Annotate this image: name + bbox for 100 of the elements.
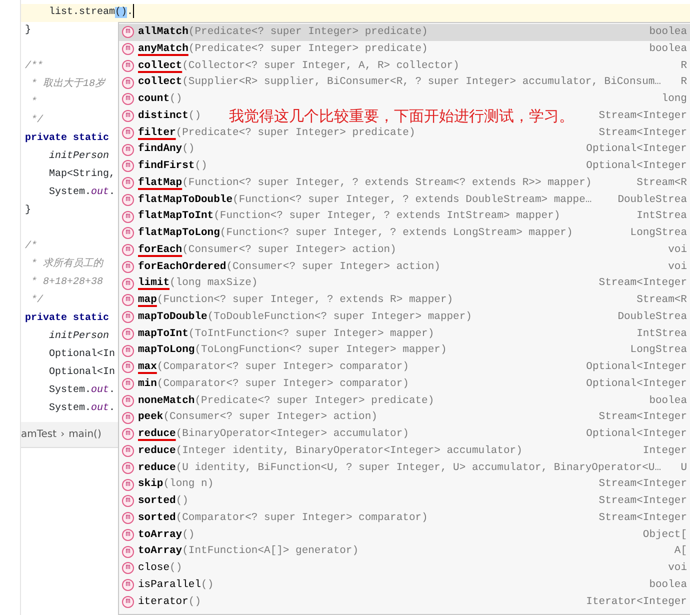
method-params: (long maxSize): [170, 276, 258, 292]
completion-item[interactable]: m skip(long n) Stream<Integer: [119, 476, 690, 493]
return-type: DoubleStrea: [616, 192, 687, 208]
completion-item[interactable]: m forEach(Consumer<? super Integer> action) voi: [119, 242, 690, 258]
code-comment: */: [30, 115, 44, 126]
completion-item[interactable]: m reduce(BinaryOperator<Integer> accumulator) Optional<Integer: [119, 426, 690, 443]
method-icon: m: [122, 294, 134, 306]
completion-item[interactable]: m sorted() Stream<Integer: [119, 493, 690, 510]
completion-item[interactable]: m map(Function<? super Integer, ? extends R> mapper) Stream<R: [119, 292, 690, 309]
method-icon: m: [122, 445, 134, 458]
method-icon: m: [122, 278, 134, 290]
return-type: Integer: [642, 444, 687, 459]
method-params: (Function<? super Integer, ? extends R> mapper): [156, 293, 454, 308]
completion-item[interactable]: m reduce(Integer identity, BinaryOperator<Integer> accumulator) Integer: [119, 442, 690, 460]
return-type: Stream<Integer: [598, 494, 687, 509]
method-icon: m: [122, 478, 134, 491]
matched-brace: (): [115, 7, 128, 18]
return-type: Stream<Integer: [598, 276, 687, 292]
method-icon: m: [122, 126, 134, 139]
completion-item[interactable]: m limit(long maxSize) Stream<Integer: [119, 275, 690, 292]
method-params: (): [182, 142, 195, 158]
completion-item[interactable]: m mapToDouble(ToDoubleFunction<? super Integer> mapper) DoubleStrea: [119, 308, 690, 326]
completion-item[interactable]: m sorted(Comparator<? super Integer> comparator) Stream<Integer: [119, 510, 690, 526]
completion-item[interactable]: m anyMatch(Predicate<? super Integer> predicate) boolea: [119, 40, 690, 58]
method-icon: m: [122, 144, 134, 156]
completion-item[interactable]: m isParallel() boolea: [119, 576, 690, 594]
method-icon: m: [122, 328, 134, 340]
completion-item[interactable]: m iterator() Iterator<Integer: [119, 594, 690, 610]
method-params: (): [170, 561, 182, 576]
return-type: Stream<Integer: [598, 510, 687, 526]
return-type: U: [680, 460, 687, 476]
return-type: voi: [667, 242, 687, 258]
method-icon: m: [122, 177, 134, 190]
completion-item[interactable]: m mapToLong(ToLongFunction<? super Integer> mapper) LongStrea: [119, 342, 690, 359]
code-keyword: private static: [25, 133, 110, 144]
completion-item[interactable]: m collect(Supplier<R> supplier, BiConsumer<R, ? super Integer> accumulator, BiConsum… R: [119, 74, 690, 91]
return-type: R: [680, 58, 687, 74]
completion-item[interactable]: m reduce(U identity, BiFunction<U, ? super Integer, U> accumulator, BinaryOperator<U… U: [119, 460, 690, 476]
method-icon: m: [122, 76, 134, 89]
breadcrumb-item[interactable]: main(): [68, 427, 102, 442]
return-type: Optional<Integer: [585, 427, 687, 442]
method-name: allMatch: [138, 25, 188, 40]
code-method: initPerson: [49, 151, 110, 162]
completion-item[interactable]: m flatMapToDouble(Function<? super Integer, ? extends DoubleStream> mappe… DoubleStrea: [119, 192, 690, 208]
method-name: flatMapToInt: [138, 209, 214, 224]
code-text: .: [127, 7, 134, 18]
completion-item[interactable]: m max(Comparator<? super Integer> comparator) Optional<Integer: [119, 359, 690, 376]
code-text: }: [25, 25, 32, 36]
completion-item[interactable]: m noneMatch(Predicate<? super Integer> predicate) boolea: [119, 392, 690, 410]
method-icon: m: [122, 428, 134, 440]
completion-item[interactable]: m collect(Collector<? super Integer, A, R> collector) R: [119, 58, 690, 74]
completion-item[interactable]: m count() long: [119, 91, 690, 108]
completion-item[interactable]: m close() voi: [119, 560, 690, 577]
return-type: R: [680, 75, 687, 90]
method-name: toArray: [138, 528, 182, 542]
method-name: anyMatch: [138, 42, 188, 57]
completion-item[interactable]: m flatMap(Function<? super Integer, ? extends Stream<? extends R>> mapper) Stream<R: [119, 174, 690, 192]
method-name: limit: [138, 276, 170, 292]
code-text: Optional<In: [49, 349, 116, 360]
method-icon: m: [122, 210, 134, 223]
method-name: findAny: [138, 142, 182, 158]
completion-item[interactable]: m findAny() Optional<Integer: [119, 141, 690, 158]
method-params: (IntFunction<A[]> generator): [182, 544, 359, 560]
method-name: reduce: [138, 444, 176, 459]
return-type: Stream<R: [636, 293, 687, 308]
completion-item[interactable]: m flatMapToInt(Function<? super Integer, ? extends IntStream> mapper) IntStrea: [119, 208, 690, 225]
return-type: boolea: [648, 394, 687, 408]
method-params: (Predicate<? super Integer> predicate): [194, 394, 434, 408]
method-name: min: [138, 376, 157, 392]
method-params: (): [188, 594, 202, 610]
completion-item[interactable]: m toArray() Object[: [119, 526, 690, 544]
completion-item[interactable]: m peek(Consumer<? super Integer> action) Stream<Integer: [119, 409, 690, 426]
method-icon: m: [122, 93, 134, 106]
code-text: .: [109, 385, 116, 396]
completion-item[interactable]: m toArray(IntFunction<A[]> generator) A[: [119, 543, 690, 560]
method-icon: m: [122, 528, 134, 541]
method-params: (Predicate<? super Integer> predicate): [188, 25, 428, 40]
annotation-text: 我觉得这几个比较重要，下面开始进行测试，学习。: [229, 108, 574, 124]
code-comment: * 取出大于18岁: [30, 79, 106, 90]
method-name: sorted: [138, 510, 176, 526]
code-text: .: [109, 403, 116, 414]
return-type: boolea: [648, 578, 687, 593]
completion-item[interactable]: m forEachOrdered(Consumer<? super Integer> action) voi: [119, 258, 690, 276]
breadcrumb-item[interactable]: amTest: [21, 427, 57, 442]
return-type: Optional<Integer: [585, 142, 687, 158]
completion-item[interactable]: m filter(Predicate<? super Integer> predicate) Stream<Integer: [119, 124, 690, 142]
method-name: findFirst: [138, 159, 195, 174]
completion-item[interactable]: m min(Comparator<? super Integer> comparator) Optional<Integer: [119, 376, 690, 392]
method-icon: m: [122, 378, 134, 390]
method-params: (): [176, 494, 188, 509]
method-params: (ToIntFunction<? super Integer> mapper): [188, 326, 434, 342]
completion-item[interactable]: m allMatch(Predicate<? super Integer> predicate) boolea: [119, 24, 690, 41]
completion-item[interactable]: m mapToInt(ToIntFunction<? super Integer> mapper) IntStrea: [119, 326, 690, 342]
chevron-icon: ›: [60, 427, 65, 442]
completion-item[interactable]: m flatMapToLong(Function<? super Integer, ? extends LongStream> mapper) LongStrea: [119, 225, 690, 242]
completion-item[interactable]: m findFirst() Optional<Integer: [119, 158, 690, 175]
method-name: peek: [138, 410, 164, 426]
completion-item[interactable]: m distinct() 我觉得这几个比较重要，下面开始进行测试，学习。 Stream<Integer: [119, 108, 690, 124]
return-type: Stream<Integer: [598, 108, 687, 124]
method-icon: m: [122, 43, 134, 56]
